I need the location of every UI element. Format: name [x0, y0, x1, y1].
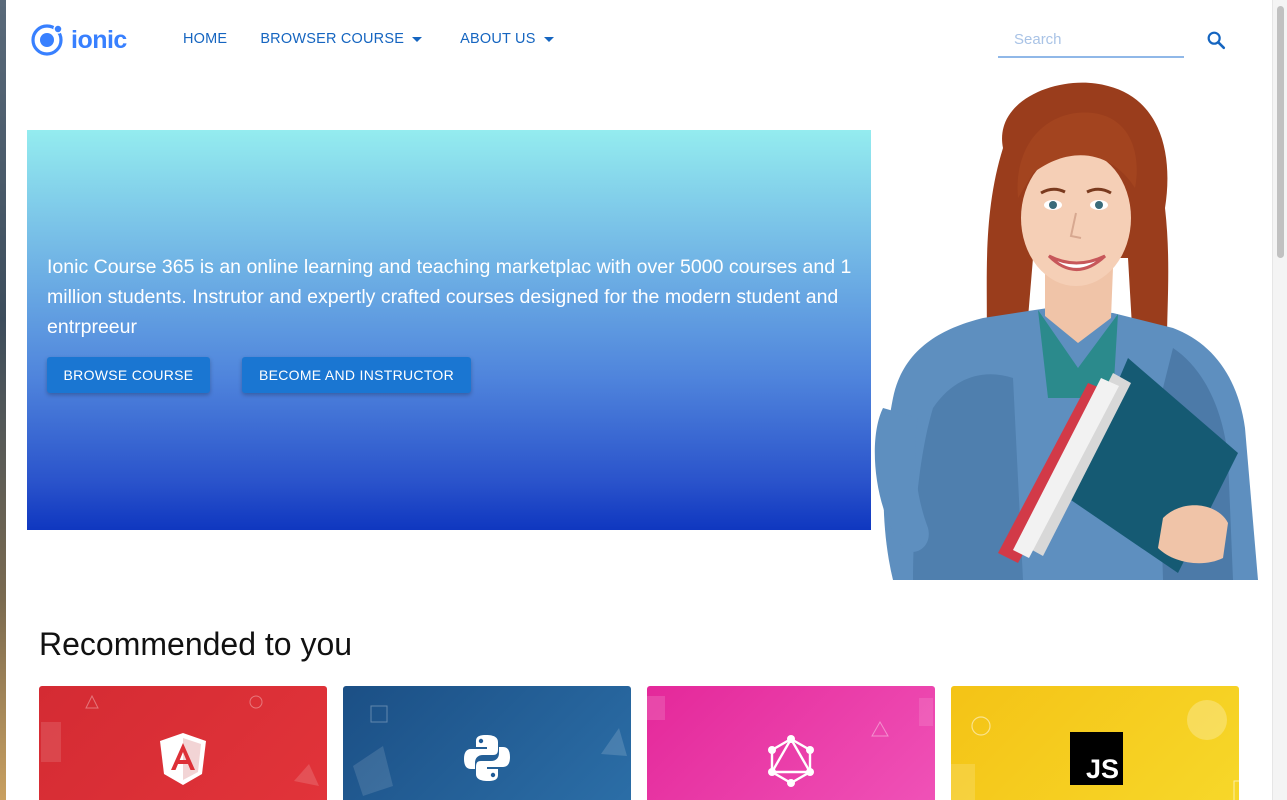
course-card-javascript[interactable]: JS	[951, 686, 1239, 800]
course-card-graphql[interactable]	[647, 686, 935, 800]
nav-home-label: HOME	[183, 31, 228, 47]
nav-about-us-label: ABOUT US	[460, 31, 536, 47]
nav-browser-course[interactable]: BROWSER COURSE	[260, 31, 423, 47]
nav-home[interactable]: HOME	[183, 31, 227, 47]
caret-down-icon	[412, 36, 423, 42]
student-image	[873, 78, 1272, 580]
logo-text: ionic	[71, 25, 127, 54]
ionic-logo[interactable]: ionic	[30, 22, 127, 58]
course-card-python[interactable]	[343, 686, 631, 800]
nav-browser-course-label: BROWSER COURSE	[260, 31, 405, 47]
javascript-badge: JS	[1085, 754, 1119, 784]
python-icon	[462, 733, 512, 788]
browse-course-button-label: BROWSE COURSE	[63, 367, 194, 383]
become-instructor-button[interactable]: BECOME AND INSTRUCTOR	[242, 357, 471, 393]
hero-description: Ionic Course 365 is an online learning a…	[47, 256, 852, 338]
search-icon[interactable]	[1205, 29, 1227, 51]
graphql-icon	[767, 734, 815, 793]
caret-down-icon	[543, 36, 554, 42]
main-nav: HOME BROWSER COURSE ABOUT US	[183, 31, 554, 47]
search-field	[998, 26, 1184, 58]
become-instructor-button-label: BECOME AND INSTRUCTOR	[258, 367, 455, 383]
course-card-angular[interactable]	[39, 686, 327, 800]
page: ionic HOME BROWSER COURSE ABOUT US Ionic…	[6, 0, 1272, 800]
browse-course-button[interactable]: BROWSE COURSE	[47, 357, 210, 393]
ionic-logo-icon	[30, 23, 64, 57]
recommended-title: Recommended to you	[39, 626, 353, 662]
nav-about-us[interactable]: ABOUT US	[460, 31, 554, 47]
search-input[interactable]	[998, 26, 1184, 52]
javascript-icon: JS	[1070, 732, 1123, 785]
page-scrollbar[interactable]	[1272, 0, 1287, 800]
hero-banner: Ionic Course 365 is an online learning a…	[27, 130, 871, 530]
angular-icon	[158, 732, 208, 791]
scrollbar-thumb[interactable]	[1277, 6, 1284, 258]
